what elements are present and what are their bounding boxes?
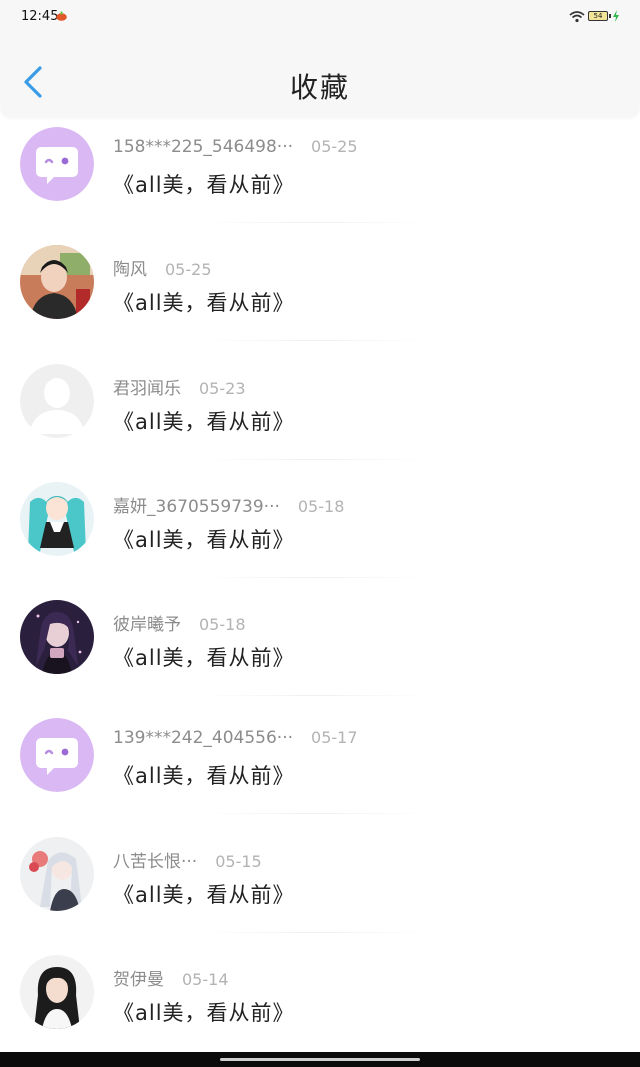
chat-bubble-icon [20,127,94,201]
divider [200,458,430,460]
user-name[interactable]: 彼岸曦予 [113,615,181,635]
item-date: 05-25 [165,260,212,280]
photo-avatar-icon [20,955,94,1030]
list-item[interactable]: 彼岸曦予 05-18 《all美，看从前》 [0,591,640,709]
item-meta: 贺伊曼 05-14 [113,965,229,990]
user-name[interactable]: 八苦长恨··· [113,852,197,872]
avatar[interactable] [20,245,94,320]
charging-icon [613,10,619,22]
item-title[interactable]: 《all美，看从前》 [113,169,295,199]
avatar[interactable] [20,600,94,675]
item-title[interactable]: 《all美，看从前》 [113,879,295,909]
battery-tip [609,14,611,18]
divider [200,813,430,815]
list-item[interactable]: 139***242_404556··· 05-17 《all美，看从前》 [0,709,640,827]
dark-anime-avatar-icon [20,600,94,675]
list-item[interactable]: 嘉妍_3670559739··· 05-18 《all美，看从前》 [0,473,640,591]
avatar[interactable] [20,718,94,793]
avatar[interactable] [20,955,94,1030]
item-meta: 陶风 05-25 [113,255,212,280]
notification-icon [56,11,67,21]
avatar[interactable] [20,481,94,556]
item-meta: 八苦长恨··· 05-15 [113,847,262,872]
user-name[interactable]: 君羽闻乐 [113,379,181,399]
list-item[interactable]: 八苦长恨··· 05-15 《all美，看从前》 [0,828,640,946]
item-date: 05-14 [182,970,229,990]
item-meta: 嘉妍_3670559739··· 05-18 [113,492,344,517]
user-name[interactable]: 139***242_404556··· [113,728,293,748]
anime-avatar-icon [20,481,94,556]
item-meta: 彼岸曦予 05-18 [113,610,246,635]
item-date: 05-18 [199,615,246,635]
item-date: 05-25 [311,137,358,156]
list-item[interactable]: 158***225_546498··· 05-25 《all美，看从前》 [0,118,640,236]
item-date: 05-18 [297,496,345,516]
photo-avatar-icon [20,245,94,320]
list-item[interactable]: 贺伊曼 05-14 《all美，看从前》 [0,946,640,1064]
chat-bubble-icon [20,718,94,793]
avatar[interactable] [20,363,94,438]
item-title[interactable]: 《all美，看从前》 [113,287,295,317]
divider [200,931,430,933]
divider [200,576,430,578]
user-name[interactable]: 贺伊曼 [113,970,164,990]
battery-icon: 54 [588,11,608,21]
wifi-icon [569,11,585,23]
item-title[interactable]: 《all美，看从前》 [113,997,295,1027]
status-time: 12:45 [21,9,59,24]
user-name[interactable]: 陶风 [113,260,147,280]
item-date: 05-17 [311,728,358,748]
item-date: 05-23 [199,378,246,398]
home-indicator[interactable] [220,1058,420,1061]
default-user-icon [20,363,94,438]
list-item[interactable]: 陶风 05-25 《all美，看从前》 [0,236,640,354]
header: 收藏 [0,36,640,118]
avatar[interactable] [20,127,94,201]
item-title[interactable]: 《all美，看从前》 [113,524,295,554]
item-meta: 139***242_404556··· 05-17 [113,728,358,748]
item-meta: 君羽闻乐 05-23 [113,374,246,399]
status-bar: 12:45 54 [0,0,640,36]
item-title[interactable]: 《all美，看从前》 [113,642,295,672]
divider [200,340,430,342]
list-item[interactable]: 君羽闻乐 05-23 《all美，看从前》 [0,355,640,473]
favorites-list: 158***225_546498··· 05-25 《all美，看从前》 陶风 05… [0,118,640,1064]
user-name[interactable]: 158***225_546498··· [113,137,293,157]
item-title[interactable]: 《all美，看从前》 [113,760,295,790]
anime-avatar-icon [20,836,94,911]
item-date: 05-15 [215,851,262,871]
user-name[interactable]: 嘉妍_3670559739··· [113,497,280,517]
navigation-bar [0,1052,640,1067]
divider [200,222,430,223]
divider [200,695,430,697]
item-title[interactable]: 《all美，看从前》 [113,406,295,436]
avatar[interactable] [20,836,94,911]
item-meta: 158***225_546498··· 05-25 [113,137,358,157]
page-title: 收藏 [289,71,350,104]
